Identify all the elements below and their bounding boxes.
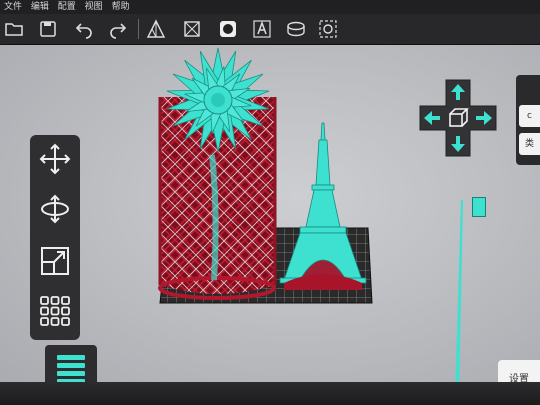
menu-file[interactable]: 文件 [4,0,22,14]
cylinder-icon[interactable] [286,19,306,39]
menu-config[interactable]: 配置 [58,0,76,14]
view-navigation-cross [419,79,497,157]
undo-icon[interactable] [74,19,94,39]
text-icon[interactable] [252,19,272,39]
slice-layers-button[interactable] [45,345,97,382]
folder-open-icon[interactable] [4,19,24,39]
camera-icon[interactable] [318,19,338,39]
menu-view[interactable]: 视图 [85,0,103,14]
sphere-icon[interactable] [218,19,238,39]
toolbar [0,14,540,45]
menu-bar: 文件 编辑 配置 视图 帮助 [0,0,540,14]
settings-button[interactable]: 设置 [498,360,540,382]
eiffel-tower-model [279,122,367,284]
checker-icon[interactable] [182,19,202,39]
redo-icon[interactable] [108,19,128,39]
layer-slider-track[interactable] [455,200,463,382]
rotate-icon[interactable] [37,191,73,227]
right-side-panel: c 类 [516,75,540,165]
slicer-app-window: 文件 编辑 配置 视图 帮助 c 类 设置 [0,0,540,382]
monitor-bezel [0,382,540,405]
model-scene[interactable] [140,45,400,315]
move-icon[interactable] [37,141,73,177]
grid-arrange-icon[interactable] [37,293,73,329]
toolbar-separator [138,19,139,39]
right-tab-2[interactable]: 类 [519,133,540,155]
transform-tool-panel [30,135,80,340]
layers-icon [57,355,85,382]
right-tab-1[interactable]: c [519,105,540,127]
scale-icon[interactable] [37,243,73,279]
menu-edit[interactable]: 编辑 [31,0,49,14]
layer-slider-thumb[interactable] [472,197,486,217]
save-icon[interactable] [38,19,58,39]
triangle-mesh-icon[interactable] [146,19,166,39]
menu-help[interactable]: 帮助 [112,0,130,14]
